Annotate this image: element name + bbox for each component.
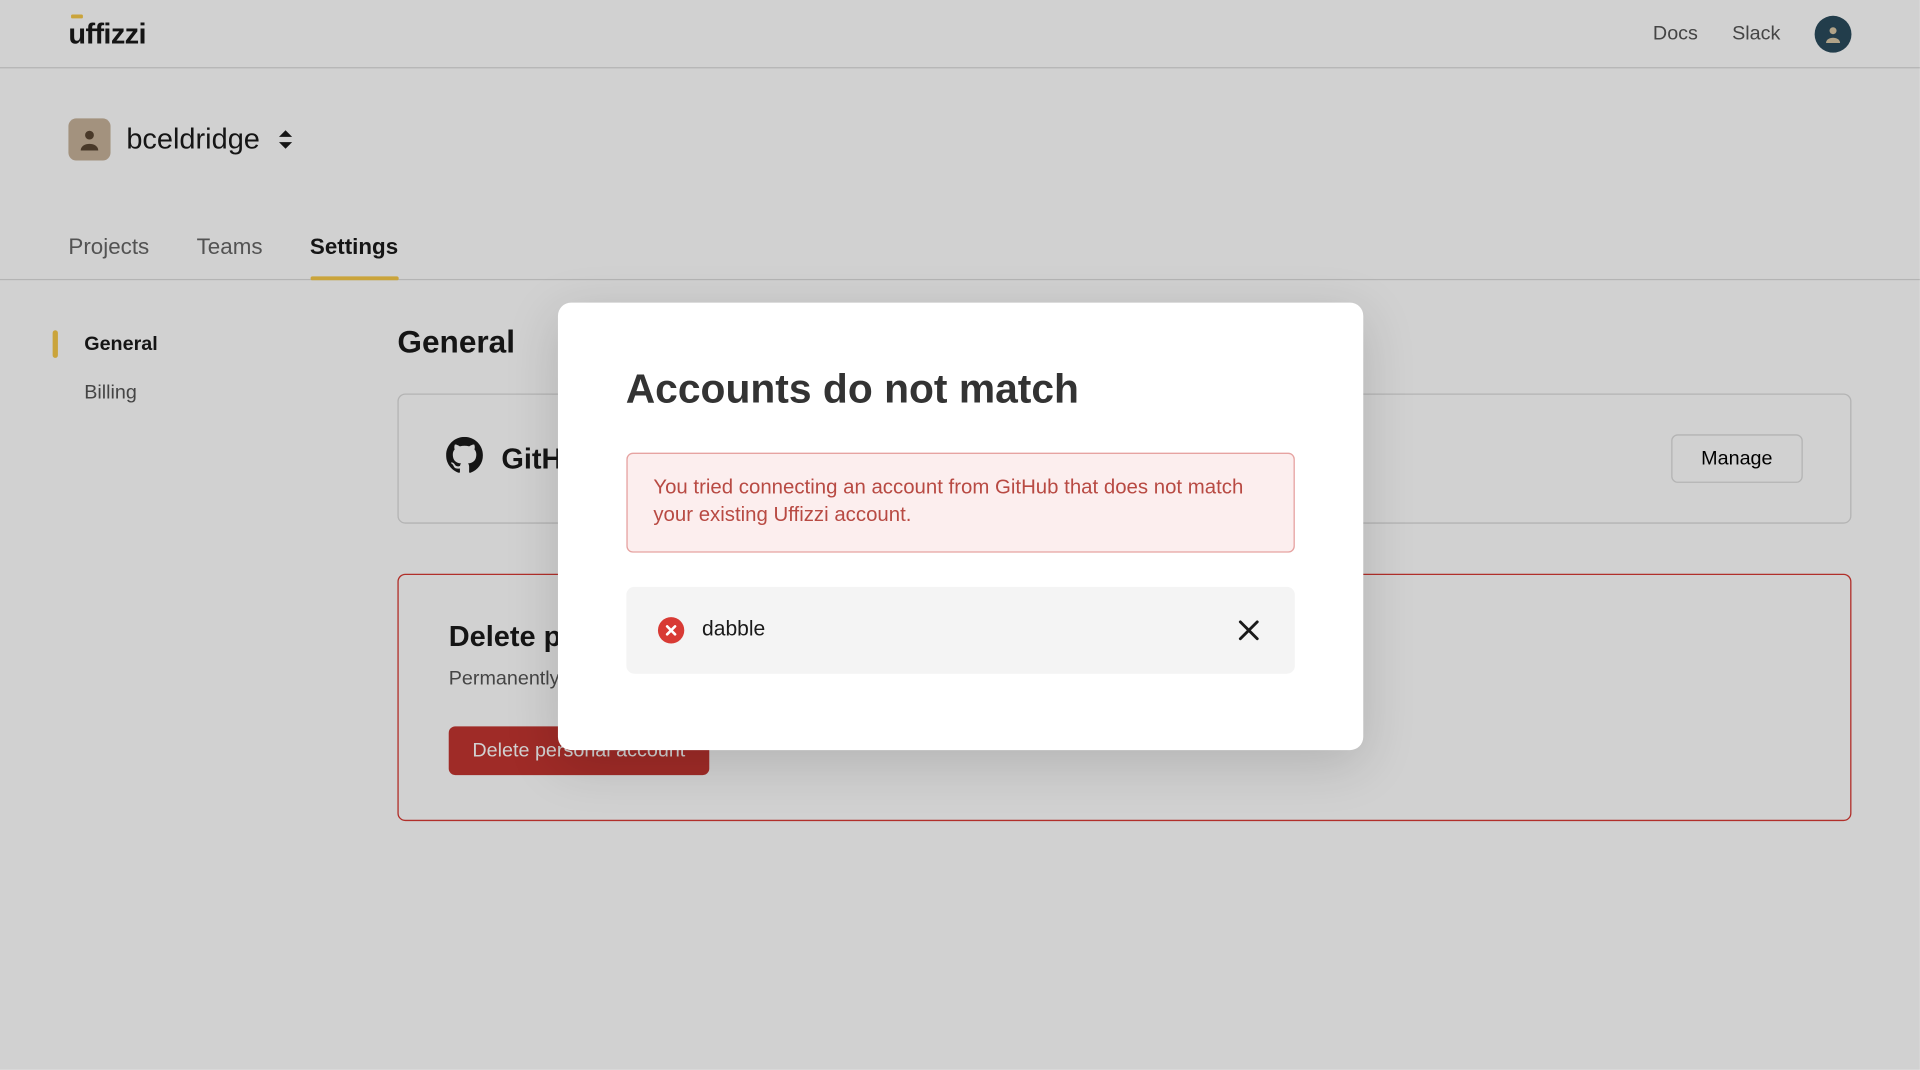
modal-overlay[interactable]: Accounts do not match You tried connecti… [0,0,1920,1070]
mismatched-account-name: dabble [702,618,765,642]
error-icon [657,617,683,643]
close-icon[interactable] [1234,616,1263,645]
modal-title: Accounts do not match [626,366,1294,413]
accounts-mismatch-modal: Accounts do not match You tried connecti… [557,303,1362,750]
error-banner: You tried connecting an account from Git… [626,453,1294,553]
mismatched-account-row: dabble [626,587,1294,674]
